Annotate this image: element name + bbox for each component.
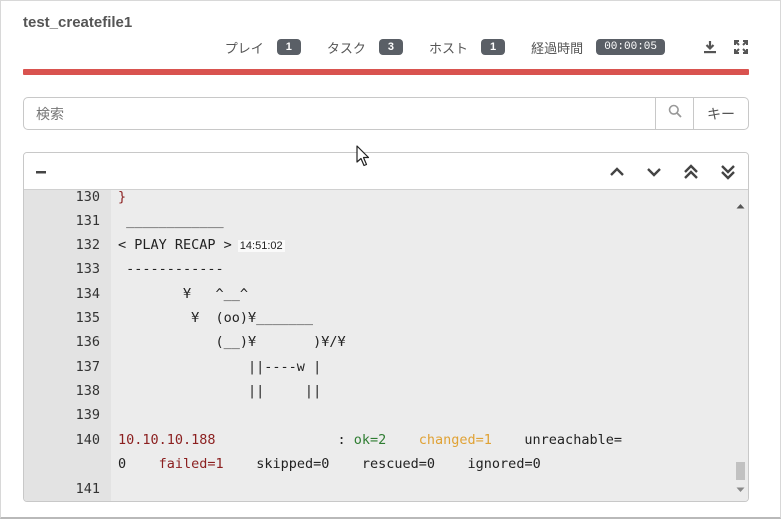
job-stats-bar: プレイ 1 タスク 3 ホスト 1 経過時間 00:00:05 (225, 37, 749, 57)
log-line: 131 ____________ (24, 209, 729, 233)
line-number: 141 (75, 481, 100, 497)
log-panel: 130 } 131 ____________ 132 < PLAY RECAP … (23, 152, 749, 502)
collapse-all-button[interactable] (35, 165, 49, 177)
line-text: || || (118, 383, 322, 399)
log-line: 136 (__)¥ )¥/¥ (24, 330, 729, 354)
job-progress-bar (23, 69, 749, 75)
log-line: 137 ||----w | (24, 355, 729, 379)
log-toolbar (24, 153, 748, 190)
elapsed-label: 経過時間 (531, 40, 584, 56)
plays-label: プレイ (224, 40, 264, 56)
plays-count-badge: 1 (276, 39, 301, 55)
changed-count: changed=1 (418, 432, 492, 448)
ignored-count: ignored=0 (467, 456, 541, 472)
job-title: test_createfile1 (23, 14, 133, 31)
line-text: < PLAY RECAP > (118, 237, 232, 253)
line-number: 138 (75, 383, 100, 399)
log-line: 135 ¥ (oo)¥_______ (24, 306, 729, 330)
host-name: 10.10.10.188 (118, 432, 216, 448)
line-number: 132 (75, 237, 100, 253)
rescued-count: rescued=0 (361, 456, 436, 472)
unreachable-value: 0 (118, 456, 127, 472)
log-line: 140 10.10.10.188 : ok=2 changed=1 unreac… (24, 428, 729, 452)
double-chevron-up-icon[interactable] (679, 162, 703, 182)
line-number: 133 (75, 261, 100, 277)
scroll-up-arrow-icon[interactable] (736, 196, 745, 214)
log-line: 138 || || (24, 379, 729, 403)
log-line: 139 (24, 403, 729, 427)
line-number: 139 (75, 407, 100, 423)
line-number: 137 (75, 359, 100, 375)
scroll-down-arrow-icon[interactable] (736, 480, 745, 498)
chevron-up-icon[interactable] (605, 162, 629, 182)
search-icon (668, 104, 682, 123)
download-icon[interactable] (701, 39, 718, 56)
log-line: 141 (24, 477, 729, 501)
ok-count: ok=2 (353, 432, 387, 448)
line-number: 140 (75, 432, 100, 448)
tasks-count-badge: 3 (378, 39, 404, 55)
log-output[interactable]: 130 } 131 ____________ 132 < PLAY RECAP … (24, 190, 748, 501)
tasks-label: タスク (326, 40, 366, 56)
skipped-count: skipped=0 (256, 456, 330, 472)
line-number: 131 (75, 213, 100, 229)
log-line: 0 failed=1 skipped=0 rescued=0 ignored=0 (24, 452, 729, 476)
line-text: } (118, 190, 127, 205)
double-chevron-down-icon[interactable] (716, 162, 740, 182)
timestamp-label: 14:51:02 (237, 240, 285, 252)
log-scrollbar[interactable] (733, 190, 748, 501)
mouse-cursor-icon (356, 145, 372, 172)
hosts-label: ホスト (429, 40, 469, 56)
line-number: 136 (75, 334, 100, 350)
log-line: 133 ------------ (24, 257, 729, 281)
search-key-button[interactable]: キー (693, 97, 749, 130)
line-number: 134 (75, 286, 100, 302)
search-button[interactable] (655, 97, 694, 130)
line-text: ||----w | (118, 359, 322, 375)
line-text: ¥ (oo)¥_______ (118, 310, 314, 326)
line-number: 130 (75, 190, 100, 205)
log-line: 132 < PLAY RECAP > 14:51:02 (24, 233, 729, 257)
unreachable-count: unreachable= (524, 432, 622, 448)
line-text: (__)¥ )¥/¥ (118, 334, 346, 350)
log-line: 134 ¥ ^__^ (24, 282, 729, 306)
hosts-count-badge: 1 (481, 39, 506, 55)
elapsed-time-badge: 00:00:05 (596, 39, 665, 55)
log-line: 130 } (24, 190, 729, 209)
failed-count: failed=1 (158, 456, 224, 472)
chevron-down-icon[interactable] (642, 162, 666, 182)
search-input[interactable] (23, 97, 656, 130)
recap-separator: : (215, 432, 354, 448)
line-text: ¥ ^__^ (118, 286, 249, 302)
scrollbar-thumb[interactable] (736, 462, 745, 480)
line-text: ____________ (118, 213, 224, 229)
line-number: 135 (75, 310, 100, 326)
expand-icon[interactable] (732, 39, 749, 56)
line-text: ------------ (118, 261, 224, 277)
